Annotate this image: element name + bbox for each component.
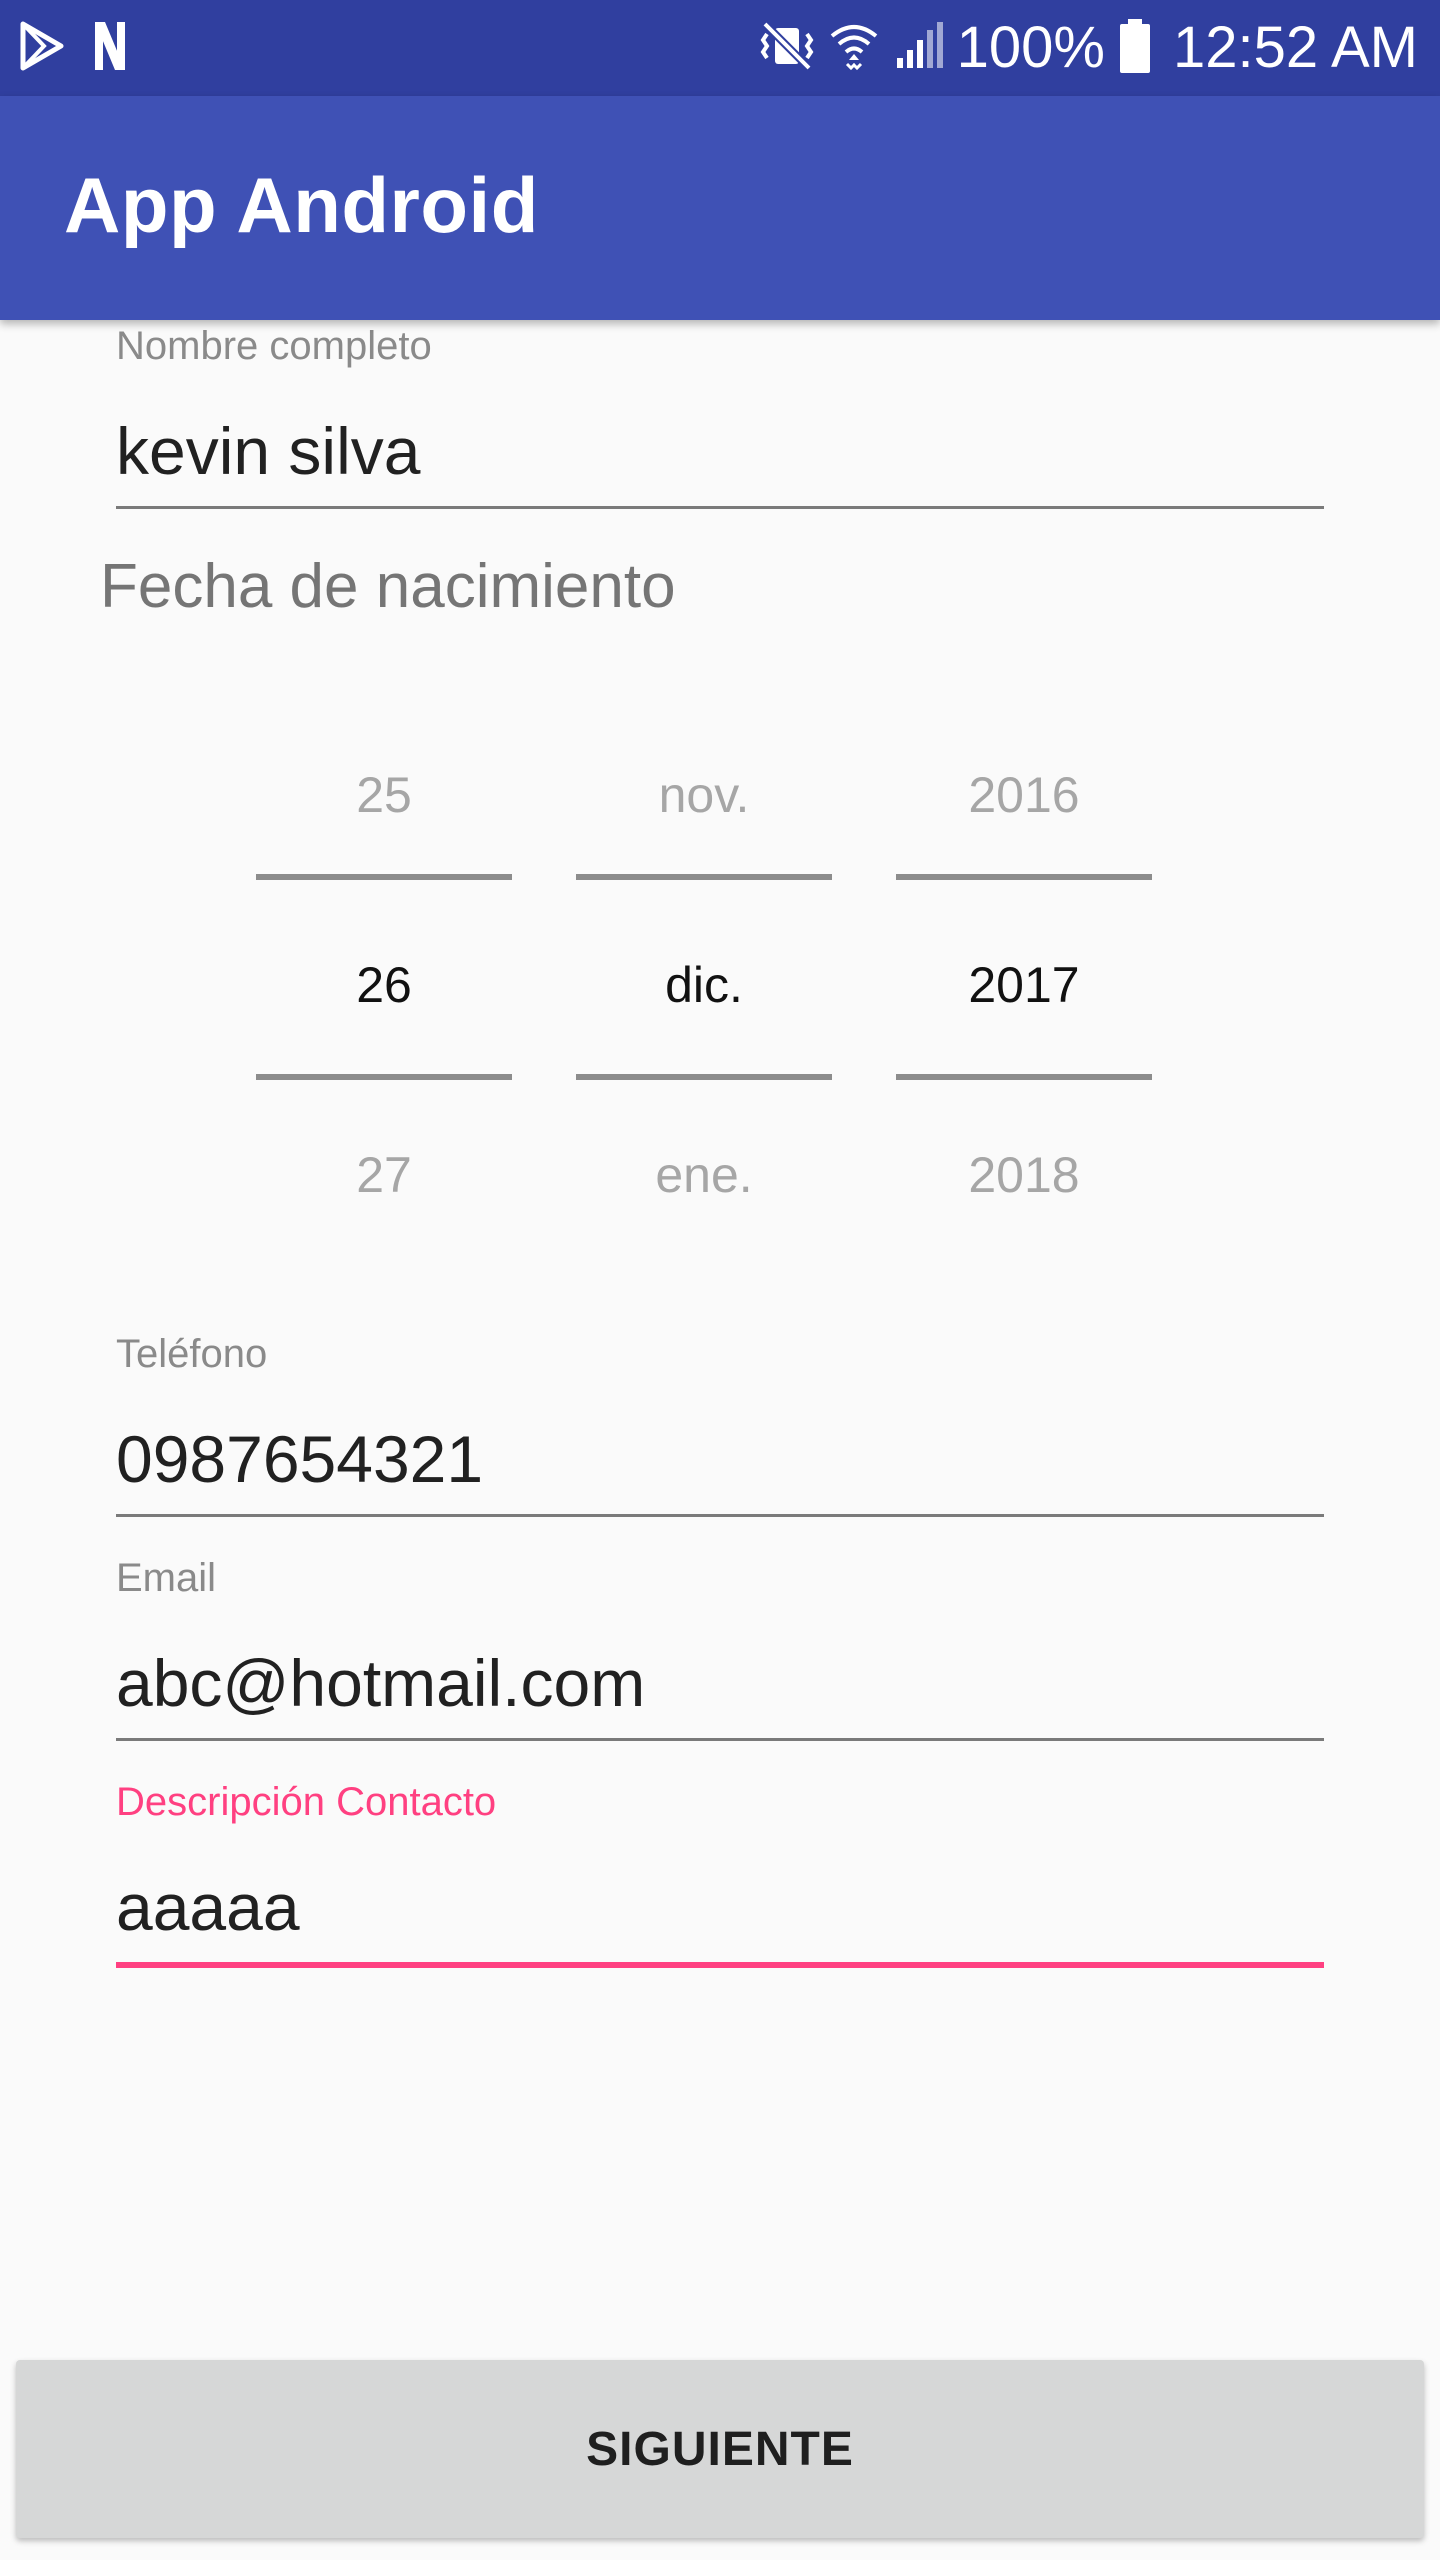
description-field-value[interactable]: aaaaa xyxy=(116,1874,300,1940)
phone-field-underline xyxy=(116,1514,1324,1517)
play-store-icon xyxy=(20,21,64,76)
next-button[interactable]: SIGUIENTE xyxy=(16,2360,1424,2538)
status-bar: 100% 12:52 AM xyxy=(0,0,1440,96)
description-field-underline xyxy=(116,1962,1324,1968)
email-field-label: Email xyxy=(116,1556,217,1600)
year-next[interactable]: 2018 xyxy=(896,1150,1152,1200)
day-divider-top xyxy=(256,874,512,880)
status-time: 12:52 AM xyxy=(1172,15,1418,80)
year-prev[interactable]: 2016 xyxy=(896,770,1152,820)
month-spinner[interactable]: nov. dic. ene. xyxy=(576,700,832,1220)
month-prev[interactable]: nov. xyxy=(576,770,832,820)
name-field-label: Nombre completo xyxy=(116,324,432,368)
vibrate-mute-icon xyxy=(759,20,815,77)
email-field[interactable]: Email abc@hotmail.com xyxy=(116,1554,1324,1744)
wifi-icon xyxy=(829,20,879,77)
app-bar: App Android xyxy=(0,96,1440,320)
notification-n-icon xyxy=(94,20,126,77)
birth-date-label: Fecha de nacimiento xyxy=(100,552,676,621)
app-title: App Android xyxy=(64,161,539,249)
year-spinner[interactable]: 2016 2017 2018 xyxy=(896,700,1152,1220)
status-bar-notifications xyxy=(20,18,126,78)
email-field-value[interactable]: abc@hotmail.com xyxy=(116,1650,645,1716)
month-divider-top xyxy=(576,874,832,880)
month-next[interactable]: ene. xyxy=(576,1150,832,1200)
day-next[interactable]: 27 xyxy=(256,1150,512,1200)
app-screen: 100% 12:52 AM App Android Nombre complet… xyxy=(0,0,1440,2560)
battery-icon xyxy=(1119,18,1151,79)
month-selected[interactable]: dic. xyxy=(576,960,832,1010)
description-field-label: Descripción Contacto xyxy=(116,1780,497,1824)
name-field-value[interactable]: kevin silva xyxy=(116,418,420,484)
phone-field-value[interactable]: 0987654321 xyxy=(116,1426,483,1492)
name-field[interactable]: Nombre completo kevin silva xyxy=(116,322,1324,512)
phone-field[interactable]: Teléfono 0987654321 xyxy=(116,1330,1324,1520)
name-field-underline xyxy=(116,506,1324,509)
year-divider-bottom xyxy=(896,1074,1152,1080)
email-field-underline xyxy=(116,1738,1324,1741)
phone-field-label: Teléfono xyxy=(116,1332,268,1376)
description-field[interactable]: Descripción Contacto aaaaa xyxy=(116,1778,1324,1972)
day-divider-bottom xyxy=(256,1074,512,1080)
day-spinner[interactable]: 25 26 27 xyxy=(256,700,512,1220)
month-divider-bottom xyxy=(576,1074,832,1080)
status-bar-system: 100% 12:52 AM xyxy=(759,14,1418,82)
year-selected[interactable]: 2017 xyxy=(896,960,1152,1010)
year-divider-top xyxy=(896,874,1152,880)
signal-icon xyxy=(893,20,943,77)
day-selected[interactable]: 26 xyxy=(256,960,512,1010)
battery-percentage: 100% xyxy=(956,15,1105,80)
day-prev[interactable]: 25 xyxy=(256,770,512,820)
